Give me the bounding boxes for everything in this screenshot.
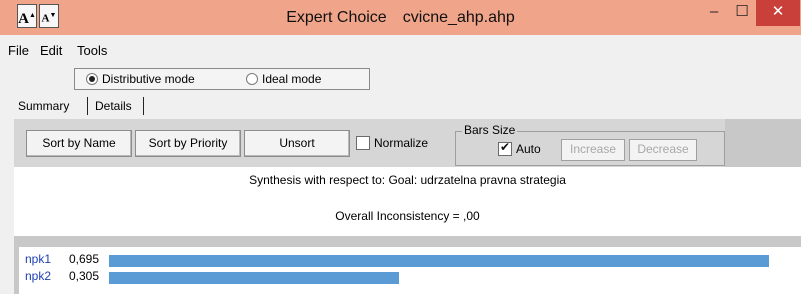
alternative-name: npk1 xyxy=(25,252,52,266)
priority-value: 0,305 xyxy=(69,269,100,283)
maximize-icon: ☐ xyxy=(735,3,749,20)
window-title: Expert Choice cvicne_ahp.ahp xyxy=(0,9,801,27)
distributive-mode-label[interactable]: Distributive mode xyxy=(102,72,195,86)
close-button[interactable]: ✕ xyxy=(756,0,800,26)
ideal-mode-label[interactable]: Ideal mode xyxy=(262,72,321,86)
title-bar: Expert Choice cvicne_ahp.ahp – ☐ ✕ xyxy=(0,0,801,35)
normalize-label[interactable]: Normalize xyxy=(374,136,428,150)
alternative-name: npk2 xyxy=(25,269,52,283)
increase-button[interactable]: Increase xyxy=(561,139,625,161)
sort-by-name-button[interactable]: Sort by Name xyxy=(26,130,132,157)
close-icon: ✕ xyxy=(771,3,785,20)
menu-file[interactable]: File xyxy=(8,43,29,58)
decrease-button[interactable]: Decrease xyxy=(629,139,697,161)
auto-checkbox[interactable] xyxy=(498,140,512,156)
priority-bar xyxy=(109,255,769,267)
priority-bar xyxy=(109,272,399,284)
tab-summary[interactable]: Summary xyxy=(18,99,69,113)
minimize-icon: – xyxy=(709,3,719,20)
distributive-mode-radio[interactable] xyxy=(86,73,98,85)
tab-separator xyxy=(143,97,144,115)
bars-size-legend: Bars Size xyxy=(462,123,518,137)
font-increase-icon: A xyxy=(18,11,29,27)
auto-label[interactable]: Auto xyxy=(516,142,541,156)
app-name: Expert Choice xyxy=(286,9,387,26)
menu-bar: File Edit Tools xyxy=(0,39,801,61)
file-name: cvicne_ahp.ahp xyxy=(402,9,515,26)
results-list: npk1 0,695 npk2 0,305 xyxy=(19,247,801,294)
minimize-button[interactable]: – xyxy=(700,0,728,26)
font-decrease-icon: A xyxy=(41,12,50,25)
result-row: npk2 0,305 xyxy=(19,268,801,284)
result-row: npk1 0,695 xyxy=(19,251,801,267)
tab-details[interactable]: Details xyxy=(95,99,132,113)
font-increase-button[interactable]: A▲ xyxy=(17,4,37,28)
font-decrease-button[interactable]: A▼ xyxy=(39,4,59,28)
sort-by-priority-button[interactable]: Sort by Priority xyxy=(135,130,241,157)
mode-selector: Distributive mode Ideal mode xyxy=(74,68,370,90)
overall-inconsistency: Overall Inconsistency = ,00 xyxy=(335,209,480,223)
normalize-checkbox[interactable] xyxy=(356,136,370,150)
ideal-mode-radio[interactable] xyxy=(246,73,258,85)
tab-separator xyxy=(87,97,88,115)
maximize-button[interactable]: ☐ xyxy=(728,0,756,26)
unsort-button[interactable]: Unsort xyxy=(244,130,350,157)
menu-tools[interactable]: Tools xyxy=(77,43,107,58)
synthesis-title: Synthesis with respect to: Goal: udrzate… xyxy=(249,173,566,187)
priority-value: 0,695 xyxy=(69,252,100,266)
menu-edit[interactable]: Edit xyxy=(40,43,62,58)
